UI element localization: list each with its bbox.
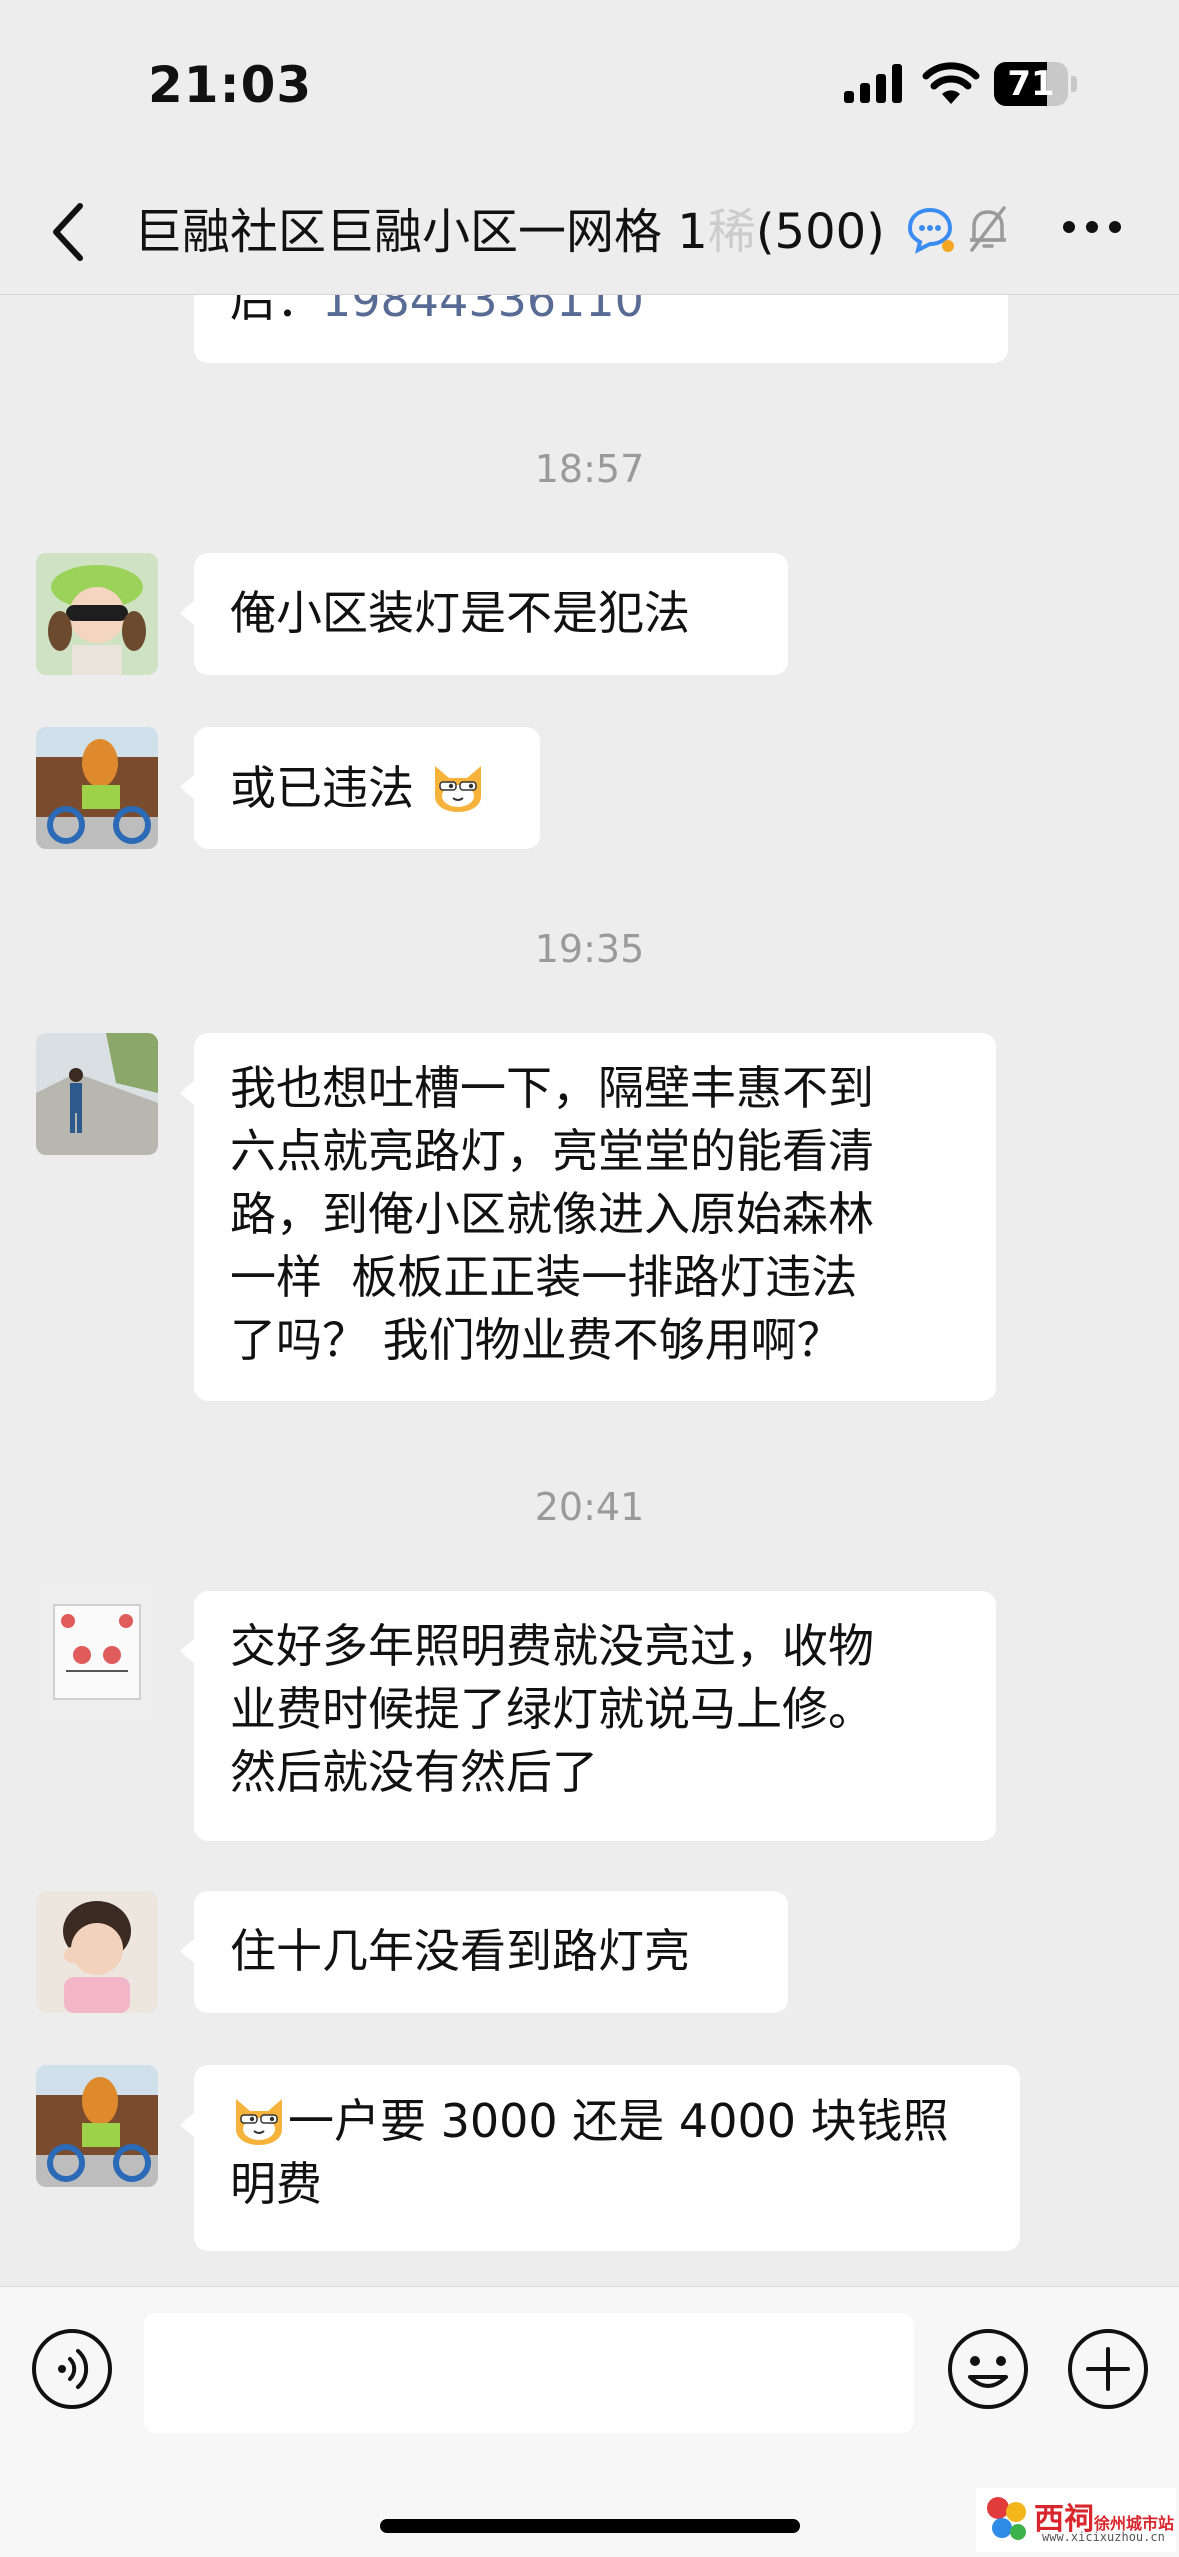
message-bubble[interactable]: 住十几年没看到路灯亮 xyxy=(180,1891,788,2013)
message-input[interactable] xyxy=(144,2313,914,2433)
message-line: 然后就没有然后了 xyxy=(230,1745,598,1799)
message-line: 六点就亮路灯，亮堂堂的能看清 xyxy=(230,1124,874,1178)
message-bubble[interactable]: 一户要 3000 还是 4000 块钱照 明费 xyxy=(180,2065,1020,2251)
wifi-icon xyxy=(922,62,980,104)
message-text: 或已违法 xyxy=(230,761,414,815)
battery-level: 71 xyxy=(1007,64,1055,104)
cat-emoji-icon xyxy=(434,766,481,812)
message-text: 后： xyxy=(230,295,322,327)
message-bubble[interactable]: 我也想吐槽一下，隔壁丰惠不到 六点就亮路灯，亮堂堂的能看清 路，到俺小区就像进入… xyxy=(180,1033,996,1401)
message-line: 我也想吐槽一下，隔壁丰惠不到 xyxy=(230,1061,874,1115)
message-bubble[interactable]: 或已违法 xyxy=(180,727,540,849)
home-indicator xyxy=(380,2519,800,2533)
cellular-signal-icon xyxy=(844,64,902,103)
watermark-logo-icon xyxy=(987,2497,1026,2540)
more-options-icon[interactable] xyxy=(1062,220,1122,234)
cat-emoji-icon xyxy=(236,2099,282,2145)
group-chat-badge-icon xyxy=(907,207,954,254)
message-bubble[interactable]: 交好多年照明费就没亮过，收物 业费时候提了绿灯就说马上修。 然后就没有然后了 xyxy=(180,1591,996,1841)
timestamp: 19:35 xyxy=(534,927,645,971)
message-text: 住十几年没看到路灯亮 xyxy=(230,1924,690,1978)
avatar[interactable] xyxy=(36,1891,158,2013)
message-list[interactable]: 后：19844336110 18:57 俺小区装灯是不是犯法 或已违法 19:3… xyxy=(0,295,1179,2285)
back-chevron-icon[interactable] xyxy=(48,200,88,264)
status-bar: 21:03 71 xyxy=(0,0,1179,170)
battery-icon: 71 xyxy=(994,62,1077,106)
message-text: 俺小区装灯是不是犯法 xyxy=(230,586,690,640)
status-time: 21:03 xyxy=(148,56,313,114)
message-line: 业费时候提了绿灯就说马上修。 xyxy=(230,1682,874,1736)
member-count: (500) xyxy=(755,204,885,260)
message-line: 了吗？ 我们物业费不够用啊？ xyxy=(230,1313,843,1367)
message-line: 交好多年照明费就没亮过，收物 xyxy=(230,1619,874,1673)
emoji-icon[interactable] xyxy=(946,2327,1030,2411)
timestamp: 18:57 xyxy=(534,447,645,491)
add-icon[interactable] xyxy=(1066,2327,1150,2411)
watermark-url: www.xicixuzhou.cn xyxy=(1042,2530,1165,2544)
avatar[interactable] xyxy=(36,553,158,675)
message-line: 一户要 3000 还是 4000 块钱照 xyxy=(288,2094,949,2148)
group-name: 巨融社区巨融小区一网格 1 xyxy=(134,204,708,260)
message-line: 一样 板板正正装一排路灯违法 xyxy=(230,1250,858,1304)
mute-bell-icon xyxy=(970,206,1006,252)
message-line: 明费 xyxy=(230,2157,322,2211)
avatar[interactable] xyxy=(36,727,158,849)
phone-number-link[interactable]: 19844336110 xyxy=(322,295,644,327)
message-line: 路，到俺小区就像进入原始森林 xyxy=(230,1187,874,1241)
group-title[interactable]: 巨融社区巨融小区一网格 1稀(500) xyxy=(134,192,885,262)
avatar[interactable] xyxy=(36,1591,158,1713)
voice-input-icon[interactable] xyxy=(30,2327,114,2411)
message-bubble[interactable]: 俺小区装灯是不是犯法 xyxy=(180,553,788,675)
chat-header: 巨融社区巨融小区一网格 1稀(500) xyxy=(0,170,1179,295)
avatar[interactable] xyxy=(36,1033,158,1155)
message-bubble[interactable]: 后：19844336110 xyxy=(194,295,1008,363)
avatar[interactable] xyxy=(36,2065,158,2187)
timestamp: 20:41 xyxy=(534,1485,645,1529)
site-watermark: 西祠徐州城市站 www.xicixuzhou.cn xyxy=(976,2488,1176,2552)
